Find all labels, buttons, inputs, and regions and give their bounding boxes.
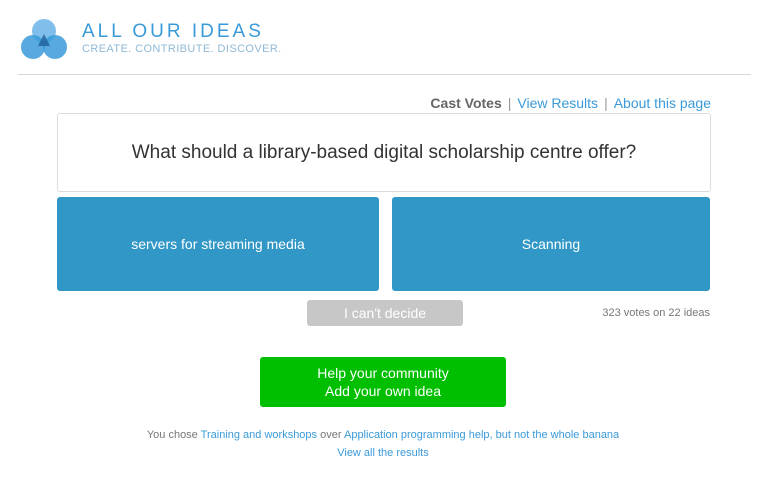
add-idea-button[interactable]: Help your community Add your own idea [260, 357, 506, 407]
cant-decide-button[interactable]: I can't decide [307, 300, 463, 326]
question-box: What should a library-based digital scho… [57, 113, 711, 192]
last-choice-summary: You chose Training and workshops over Ap… [0, 429, 766, 441]
nav-view-results[interactable]: View Results [517, 95, 598, 111]
choice-left-button[interactable]: servers for streaming media [57, 197, 379, 291]
brand-tagline: CREATE. CONTRIBUTE. DISCOVER. [82, 43, 282, 55]
header-divider [18, 74, 751, 75]
question-text: What should a library-based digital scho… [131, 141, 637, 163]
last-choice-loser-link[interactable]: Application programming help, but not th… [344, 429, 619, 441]
last-choice-middle: over [320, 429, 342, 441]
view-all-results: View all the results [0, 447, 766, 459]
add-idea-line2: Add your own idea [325, 383, 441, 399]
view-all-results-link[interactable]: View all the results [337, 447, 429, 459]
choice-left-label: servers for streaming media [131, 236, 305, 252]
nav-separator: | [604, 95, 608, 111]
nav-about[interactable]: About this page [614, 95, 711, 111]
logo-icon [21, 19, 67, 59]
add-idea-line1: Help your community [317, 365, 449, 381]
last-choice-prefix: You chose [146, 429, 198, 441]
nav-separator: | [507, 95, 512, 111]
last-choice-winner-link[interactable]: Training and workshops [201, 429, 317, 441]
top-nav: Cast Votes | View Results | About this page [430, 95, 711, 111]
choice-right-label: Scanning [521, 236, 581, 252]
brand-title: ALL OUR IDEAS [82, 21, 264, 42]
vote-count: 323 votes on 22 ideas [602, 307, 710, 319]
nav-cast-votes: Cast Votes [430, 95, 502, 111]
cant-decide-label: I can't decide [343, 305, 427, 321]
choice-right-button[interactable]: Scanning [392, 197, 710, 291]
